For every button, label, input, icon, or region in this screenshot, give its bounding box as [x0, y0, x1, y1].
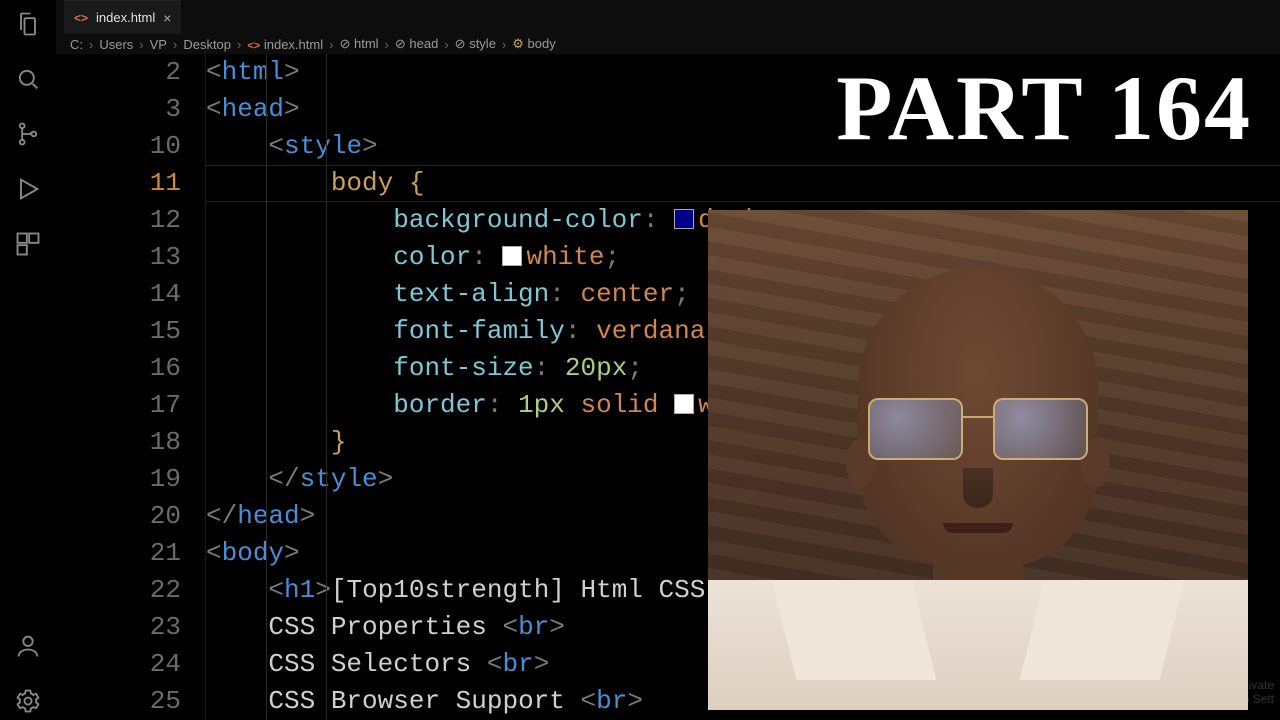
settings-icon[interactable] — [14, 687, 42, 720]
breadcrumb-segment[interactable]: ⊘ html — [339, 36, 378, 52]
editor-main: <> index.html × C:›Users›VP›Desktop›<> i… — [56, 0, 1280, 720]
run-debug-icon[interactable] — [14, 175, 42, 208]
overlay-title: PART 164 — [836, 55, 1252, 161]
vscode-app: <> index.html × C:›Users›VP›Desktop›<> i… — [0, 0, 1280, 720]
source-control-icon[interactable] — [14, 120, 42, 153]
close-icon[interactable]: × — [163, 10, 171, 26]
breadcrumb-segment[interactable]: ⊘ style — [455, 36, 496, 52]
tab-label: index.html — [96, 10, 155, 25]
breadcrumb-segment[interactable]: C: — [70, 37, 83, 52]
breadcrumb-segment[interactable]: <> index.html — [247, 37, 323, 52]
webcam-overlay — [708, 210, 1248, 710]
accounts-icon[interactable] — [14, 632, 42, 665]
tab-index-html[interactable]: <> index.html × — [64, 0, 181, 34]
breadcrumb-segment[interactable]: ⊘ head — [395, 36, 438, 52]
extensions-icon[interactable] — [14, 230, 42, 263]
breadcrumb-segment[interactable]: Users — [99, 37, 133, 52]
explorer-icon[interactable] — [14, 10, 42, 43]
activity-bar — [0, 0, 56, 720]
breadcrumb[interactable]: C:›Users›VP›Desktop›<> index.html›⊘ html… — [56, 34, 1280, 54]
breadcrumb-segment[interactable]: Desktop — [183, 37, 231, 52]
windows-watermark: ivate o Sett — [1243, 678, 1274, 706]
breadcrumb-segment[interactable]: VP — [150, 37, 167, 52]
html-file-icon: <> — [74, 11, 88, 25]
line-gutter: 2310111213141516171819202122232425 — [56, 54, 206, 720]
tab-bar: <> index.html × — [56, 0, 1280, 34]
search-icon[interactable] — [14, 65, 42, 98]
breadcrumb-segment[interactable]: ⚙ body — [512, 36, 555, 52]
